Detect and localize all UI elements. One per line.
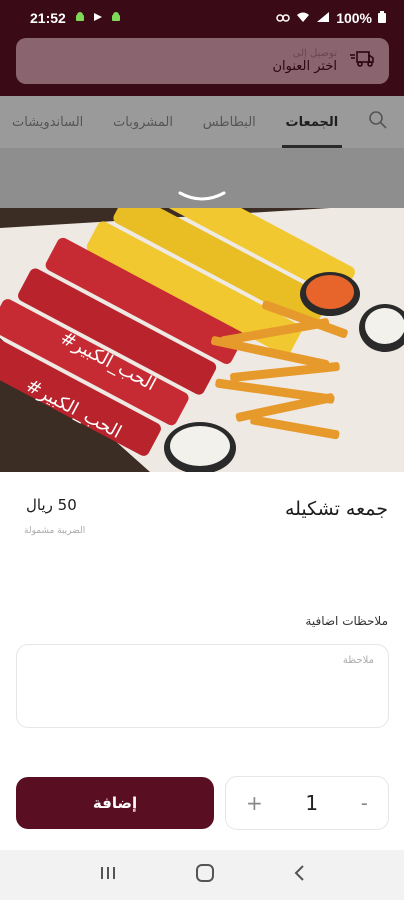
link-icon (276, 10, 290, 26)
tab-sandwiches[interactable]: الساندويشات (12, 96, 83, 148)
product-price: 50 ريال (26, 496, 77, 514)
media-icon (92, 10, 104, 26)
category-tabs: الجمعات البطاطس المشروبات الساندويشات (0, 96, 404, 148)
notes-label: ملاحظات اضافية (305, 614, 388, 628)
tab-fries[interactable]: البطاطس (203, 96, 256, 148)
status-time: 21:52 (30, 10, 66, 26)
product-title: جمعه تشكيله (284, 498, 388, 520)
delivery-truck-icon (349, 49, 375, 73)
notes-input[interactable]: ملاحظة (16, 644, 389, 728)
tab-drinks[interactable]: المشروبات (113, 96, 173, 148)
status-bar: 21:52 100% (0, 0, 404, 36)
add-to-cart-button[interactable]: إضافة (16, 777, 214, 829)
quantity-value: 1 (305, 791, 319, 815)
back-icon[interactable] (293, 864, 305, 886)
increment-button[interactable]: + (246, 791, 263, 815)
delivery-address-selector[interactable]: توصيل إلى اختر العنوان (16, 38, 389, 84)
android-icon (74, 10, 86, 26)
product-image: #الحب_الكبير #الحب_الكبير (0, 208, 404, 472)
quantity-stepper: + 1 - (225, 776, 389, 830)
search-icon[interactable] (368, 110, 388, 134)
signal-icon (316, 10, 330, 26)
decrement-button[interactable]: - (361, 791, 368, 815)
app-header: توصيل إلى اختر العنوان (0, 36, 404, 96)
delivery-address: اختر العنوان (272, 59, 337, 74)
android-icon (110, 10, 122, 26)
wifi-icon (296, 10, 310, 26)
chevron-down-icon[interactable] (178, 186, 226, 201)
home-icon[interactable] (195, 863, 215, 887)
tab-combos[interactable]: الجمعات (281, 96, 342, 148)
tax-note: الضريبة مشمولة (24, 526, 86, 536)
battery-icon (378, 10, 386, 26)
system-nav-bar (0, 850, 404, 900)
battery-level: 100% (336, 10, 372, 26)
recents-icon[interactable] (99, 865, 117, 885)
delivery-caption: توصيل إلى (292, 48, 337, 59)
notes-placeholder: ملاحظة (342, 655, 374, 666)
